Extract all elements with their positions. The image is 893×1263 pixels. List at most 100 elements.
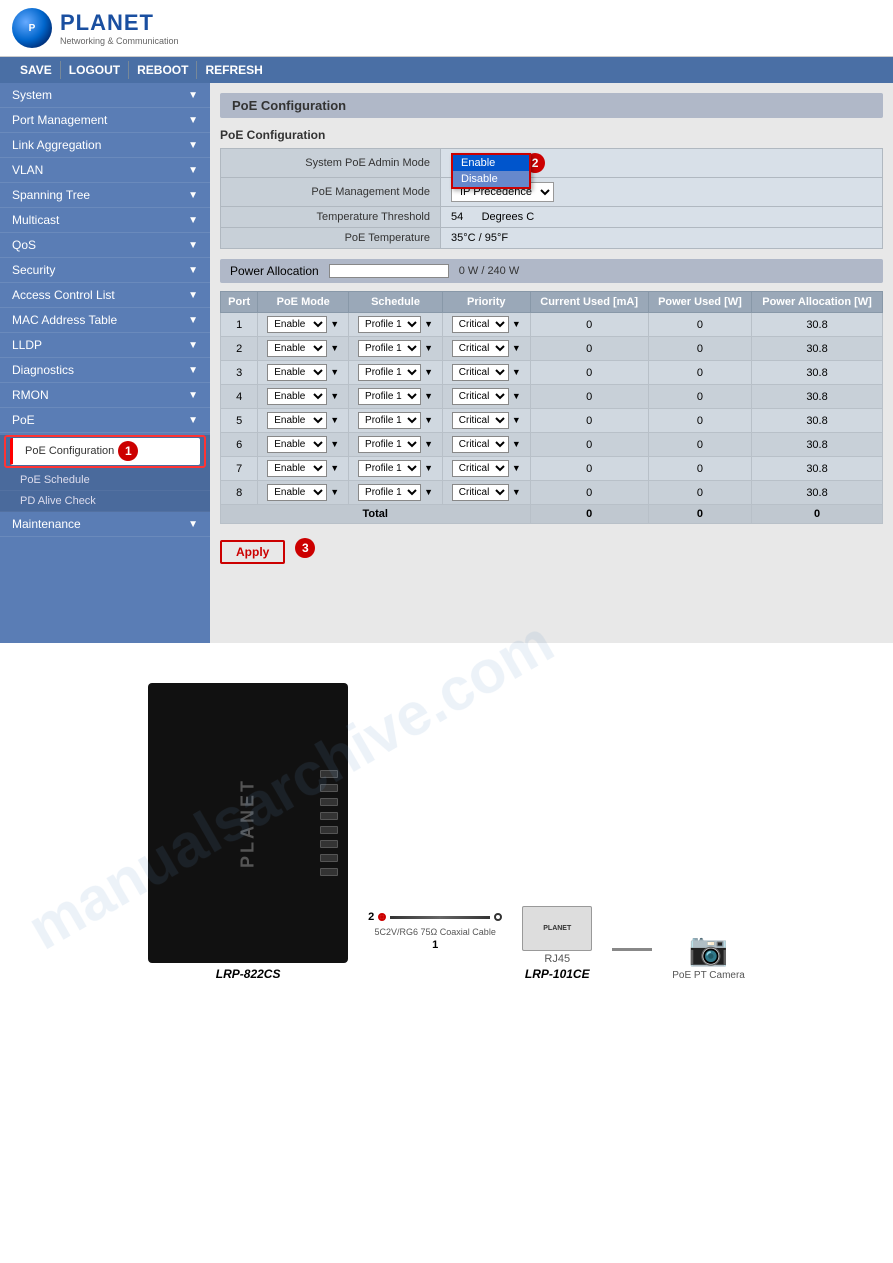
port-allocation: 30.8 bbox=[752, 433, 883, 457]
reboot-button[interactable]: REBOOT bbox=[129, 61, 197, 79]
port-power: 0 bbox=[648, 457, 751, 481]
sidebar-item-diagnostics[interactable]: Diagnostics ▼ bbox=[0, 358, 210, 383]
dropdown-option-disable[interactable]: Disable bbox=[453, 171, 529, 187]
port-schedule-cell: Profile 1Profile 2 ▼ bbox=[349, 433, 443, 457]
port-allocation: 30.8 bbox=[752, 409, 883, 433]
port-current: 0 bbox=[530, 313, 648, 337]
port-mode-select[interactable]: EnableDisable bbox=[267, 388, 327, 405]
sidebar: System ▼ Port Management ▼ Link Aggregat… bbox=[0, 83, 210, 643]
port-priority-cell: CriticalHighLow ▼ bbox=[443, 385, 531, 409]
port-priority-select[interactable]: CriticalHighLow bbox=[452, 412, 509, 429]
port-priority-select[interactable]: CriticalHighLow bbox=[452, 340, 509, 357]
port-priority-select[interactable]: CriticalHighLow bbox=[452, 436, 509, 453]
chevron-down-icon: ▼ bbox=[188, 265, 198, 276]
dropdown-option-enable[interactable]: Enable bbox=[453, 155, 529, 171]
port-power: 0 bbox=[648, 313, 751, 337]
apply-button[interactable]: Apply bbox=[220, 540, 285, 564]
port-mode-cell: EnableDisable ▼ bbox=[258, 481, 349, 505]
sidebar-sub-item-poe-schedule[interactable]: PoE Schedule bbox=[0, 470, 210, 491]
port-current: 0 bbox=[530, 433, 648, 457]
page-title: PoE Configuration bbox=[232, 98, 346, 113]
refresh-button[interactable]: REFRESH bbox=[197, 61, 270, 79]
logout-button[interactable]: LOGOUT bbox=[61, 61, 129, 79]
sidebar-item-spanning-tree[interactable]: Spanning Tree ▼ bbox=[0, 183, 210, 208]
chevron-down-icon: ▼ bbox=[188, 415, 198, 426]
port-allocation: 30.8 bbox=[752, 385, 883, 409]
port-power: 0 bbox=[648, 433, 751, 457]
table-row: 8 EnableDisable ▼ Profile 1Profile 2 ▼ C… bbox=[221, 481, 883, 505]
sidebar-sub-item-pd-alive-check[interactable]: PD Alive Check bbox=[0, 491, 210, 512]
port-mode-select[interactable]: EnableDisable bbox=[267, 412, 327, 429]
port-priority-select[interactable]: CriticalHighLow bbox=[452, 484, 509, 501]
chevron-down-icon: ▼ bbox=[188, 390, 198, 401]
port-allocation: 30.8 bbox=[752, 337, 883, 361]
sidebar-item-multicast[interactable]: Multicast ▼ bbox=[0, 208, 210, 233]
sidebar-item-port-management[interactable]: Port Management ▼ bbox=[0, 108, 210, 133]
port-schedule-select[interactable]: Profile 1Profile 2 bbox=[358, 316, 421, 333]
sidebar-item-qos[interactable]: QoS ▼ bbox=[0, 233, 210, 258]
sidebar-item-rmon[interactable]: RMON ▼ bbox=[0, 383, 210, 408]
bottom-diagram-section: PLANET LRP-822CS 2 bbox=[0, 663, 893, 1001]
th-priority: Priority bbox=[443, 292, 531, 313]
sidebar-item-access-control-list[interactable]: Access Control List ▼ bbox=[0, 283, 210, 308]
admin-mode-dropdown-popup: Enable Disable bbox=[451, 153, 531, 189]
sidebar-label-diagnostics: Diagnostics bbox=[12, 363, 74, 377]
port-number: 5 bbox=[221, 409, 258, 433]
port-number: 6 bbox=[221, 433, 258, 457]
port-table: Port PoE Mode Schedule Priority Current … bbox=[220, 291, 883, 524]
port-schedule-select[interactable]: Profile 1Profile 2 bbox=[358, 460, 421, 477]
port-priority-select[interactable]: CriticalHighLow bbox=[452, 388, 509, 405]
th-schedule: Schedule bbox=[349, 292, 443, 313]
sidebar-item-lldp[interactable]: LLDP ▼ bbox=[0, 333, 210, 358]
port-schedule-select[interactable]: Profile 1Profile 2 bbox=[358, 364, 421, 381]
port-schedule-select[interactable]: Profile 1Profile 2 bbox=[358, 412, 421, 429]
sidebar-item-poe[interactable]: PoE ▼ bbox=[0, 408, 210, 433]
sidebar-label-link-aggregation: Link Aggregation bbox=[12, 138, 101, 152]
port-priority-select[interactable]: CriticalHighLow bbox=[452, 460, 509, 477]
sidebar-item-mac-address-table[interactable]: MAC Address Table ▼ bbox=[0, 308, 210, 333]
page-title-bar: PoE Configuration bbox=[220, 93, 883, 118]
port-schedule-select[interactable]: Profile 1Profile 2 bbox=[358, 340, 421, 357]
sidebar-item-vlan[interactable]: VLAN ▼ bbox=[0, 158, 210, 183]
header: P PLANET Networking & Communication bbox=[0, 0, 893, 57]
port-num-label: 1 bbox=[432, 939, 438, 951]
sidebar-item-maintenance[interactable]: Maintenance ▼ bbox=[0, 512, 210, 537]
chevron-down-icon: ▼ bbox=[188, 240, 198, 251]
port-allocation: 30.8 bbox=[752, 481, 883, 505]
config-label-poe-temperature: PoE Temperature bbox=[221, 228, 441, 249]
port-mode-select[interactable]: EnableDisable bbox=[267, 484, 327, 501]
sidebar-label-system: System bbox=[12, 88, 52, 102]
port-schedule-select[interactable]: Profile 1Profile 2 bbox=[358, 436, 421, 453]
port-schedule-cell: Profile 1Profile 2 ▼ bbox=[349, 457, 443, 481]
sidebar-label-spanning-tree: Spanning Tree bbox=[12, 188, 90, 202]
port-priority-select[interactable]: CriticalHighLow bbox=[452, 316, 509, 333]
sidebar-label-rmon: RMON bbox=[12, 388, 49, 402]
port-power: 0 bbox=[648, 385, 751, 409]
save-button[interactable]: SAVE bbox=[12, 61, 61, 79]
chevron-down-icon: ▼ bbox=[188, 115, 198, 126]
sidebar-item-link-aggregation[interactable]: Link Aggregation ▼ bbox=[0, 133, 210, 158]
logo-sub: Networking & Communication bbox=[60, 36, 179, 46]
port-mode-select[interactable]: EnableDisable bbox=[267, 436, 327, 453]
sidebar-item-security[interactable]: Security ▼ bbox=[0, 258, 210, 283]
planet-watermark: PLANET bbox=[238, 778, 259, 868]
port-mode-select[interactable]: EnableDisable bbox=[267, 460, 327, 477]
sidebar-sub-item-poe-configuration[interactable]: PoE Configuration1 bbox=[10, 438, 200, 465]
port-mode-select[interactable]: EnableDisable bbox=[267, 364, 327, 381]
sidebar-item-system[interactable]: System ▼ bbox=[0, 83, 210, 108]
rj45-cable bbox=[612, 948, 652, 951]
config-value-poe-temperature: 35°C / 95°F bbox=[441, 228, 883, 249]
port-schedule-select[interactable]: Profile 1Profile 2 bbox=[358, 484, 421, 501]
sidebar-label-port-management: Port Management bbox=[12, 113, 107, 127]
port-number: 1 bbox=[221, 313, 258, 337]
port-schedule-select[interactable]: Profile 1Profile 2 bbox=[358, 388, 421, 405]
table-row: 5 EnableDisable ▼ Profile 1Profile 2 ▼ C… bbox=[221, 409, 883, 433]
port-mode-select[interactable]: EnableDisable bbox=[267, 316, 327, 333]
chevron-down-icon: ▼ bbox=[188, 315, 198, 326]
section-label-poe-config: PoE Configuration bbox=[220, 128, 883, 142]
port-current: 0 bbox=[530, 481, 648, 505]
th-power-allocation: Power Allocation [W] bbox=[752, 292, 883, 313]
content-area: PoE Configuration PoE Configuration Syst… bbox=[210, 83, 893, 643]
port-priority-select[interactable]: CriticalHighLow bbox=[452, 364, 509, 381]
port-mode-select[interactable]: EnableDisable bbox=[267, 340, 327, 357]
